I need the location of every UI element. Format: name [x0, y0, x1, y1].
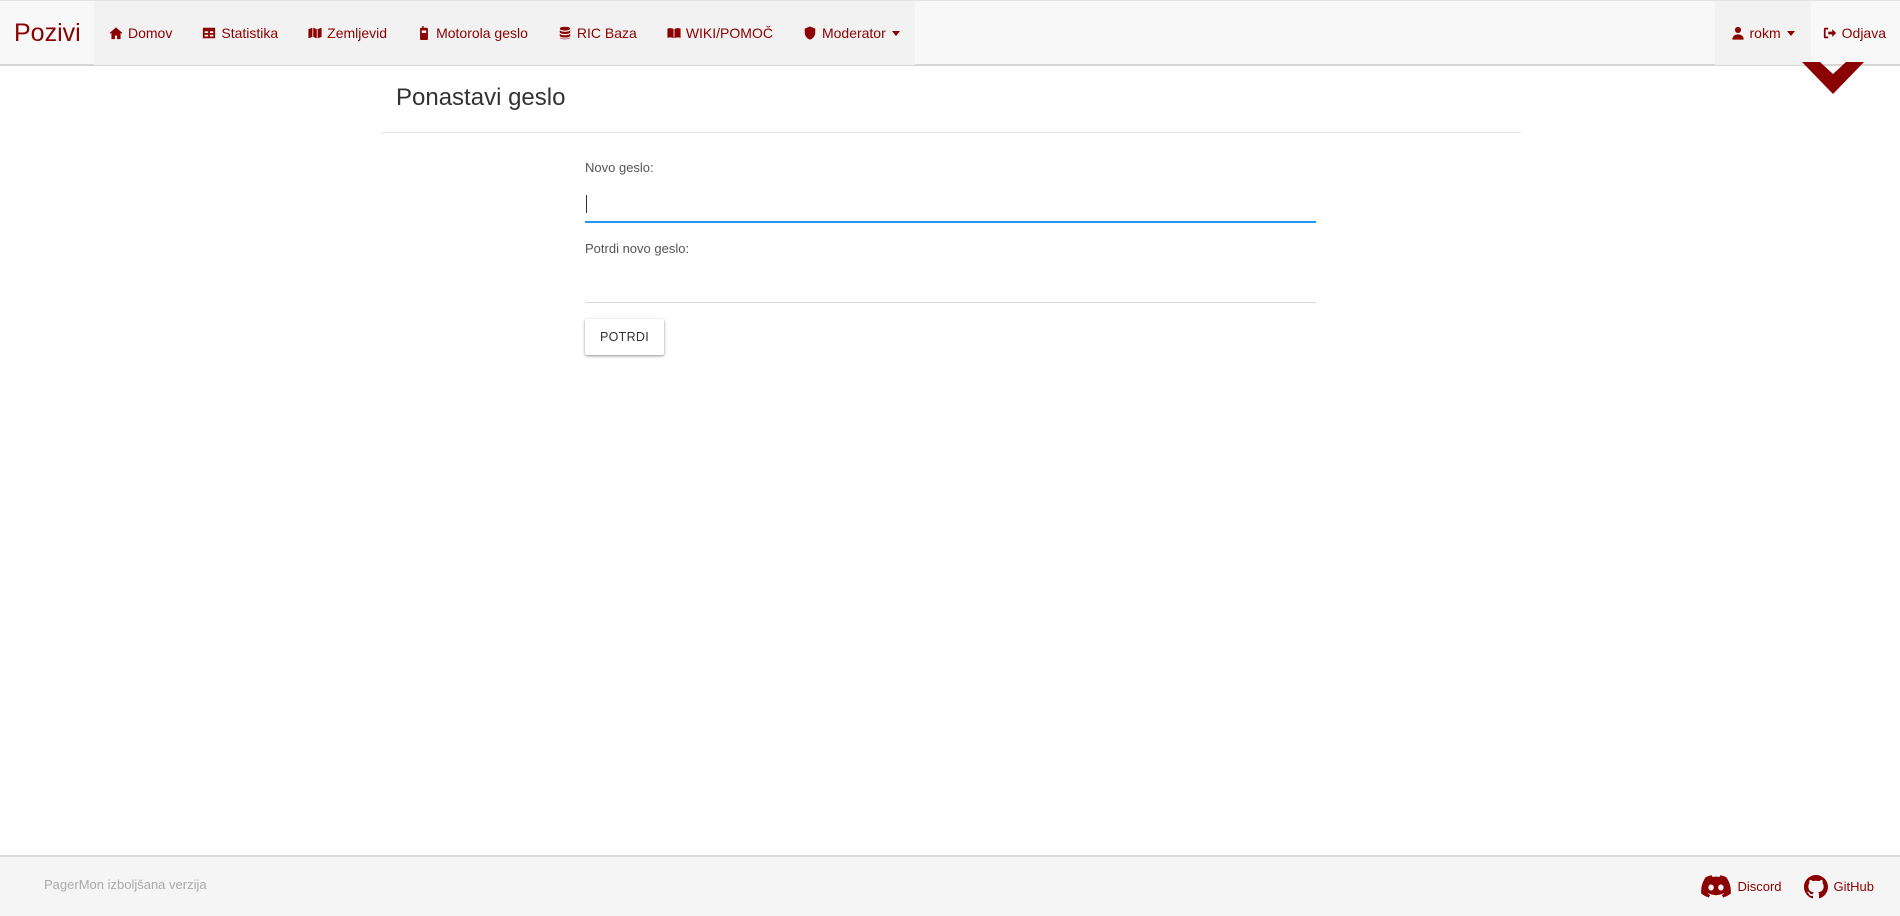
- new-password-input[interactable]: [585, 188, 1316, 220]
- nav-item-domov[interactable]: Domov: [94, 1, 187, 65]
- nav-item-statistika[interactable]: Statistika: [187, 1, 293, 65]
- footer: PagerMon izboljšana verzija Discord GitH…: [0, 855, 1900, 916]
- logout-label: Odjava: [1841, 25, 1886, 41]
- discord-icon: [1701, 874, 1732, 897]
- logout-link[interactable]: Odjava: [1811, 1, 1900, 65]
- footer-text: PagerMon izboljšana verzija: [44, 877, 207, 892]
- nav-item-motorola-geslo[interactable]: Motorola geslo: [402, 1, 543, 65]
- sign-out-icon: [1823, 27, 1836, 39]
- map-icon: [308, 27, 322, 39]
- new-password-label: Novo geslo:: [585, 160, 654, 175]
- user-nav: rokm Odjava: [1714, 1, 1900, 65]
- github-link[interactable]: GitHub: [1803, 874, 1874, 899]
- text-cursor: [586, 195, 587, 213]
- nav-item-moderator[interactable]: Moderator: [788, 1, 915, 65]
- discord-label: Discord: [1737, 879, 1782, 894]
- github-icon: [1803, 874, 1828, 898]
- home-icon: [109, 27, 123, 40]
- nav-item-zemljevid[interactable]: Zemljevid: [293, 1, 402, 65]
- main-nav: Domov Statistika Zemljevid Motorola gesl…: [94, 1, 915, 65]
- nav-item-label: RIC Baza: [576, 25, 637, 41]
- top-navbar: Pozivi Domov Statistika Zemljevid Motoro…: [0, 0, 1900, 66]
- nav-item-label: Moderator: [821, 25, 886, 41]
- pager-icon: [420, 26, 429, 40]
- github-label: GitHub: [1833, 879, 1874, 894]
- nav-item-ric-baza[interactable]: RIC Baza: [543, 1, 652, 65]
- nav-item-label: Motorola geslo: [436, 25, 528, 41]
- brand-logo[interactable]: Pozivi: [14, 1, 81, 66]
- database-icon: [559, 26, 571, 40]
- shield-icon: [804, 26, 816, 40]
- confirm-password-input[interactable]: [585, 269, 1316, 301]
- nav-item-label: Statistika: [221, 25, 279, 41]
- new-password-underline: [585, 221, 1316, 223]
- nav-item-wiki-pomoc[interactable]: WIKI/POMOČ: [652, 1, 788, 65]
- caret-down-icon: [1786, 30, 1795, 36]
- chevron-down-icon[interactable]: [1802, 62, 1864, 96]
- page-title: Ponastavi geslo: [396, 84, 566, 111]
- user-icon: [1731, 26, 1744, 40]
- confirm-password-label: Potrdi novo geslo:: [585, 241, 690, 256]
- discord-link[interactable]: Discord: [1701, 874, 1782, 899]
- nav-item-label: Zemljevid: [327, 25, 388, 41]
- confirm-password-underline: [585, 302, 1316, 303]
- book-icon: [667, 28, 681, 39]
- caret-down-icon: [891, 30, 900, 36]
- nav-item-label: WIKI/POMOČ: [685, 25, 773, 41]
- nav-item-label: Domov: [128, 25, 173, 41]
- submit-button[interactable]: POTRDI: [585, 319, 664, 355]
- table-icon: [203, 27, 216, 39]
- footer-links: Discord GitHub: [1679, 857, 1874, 916]
- title-divider: [381, 132, 1521, 133]
- user-menu-label: rokm: [1749, 25, 1781, 41]
- user-menu[interactable]: rokm: [1714, 1, 1811, 65]
